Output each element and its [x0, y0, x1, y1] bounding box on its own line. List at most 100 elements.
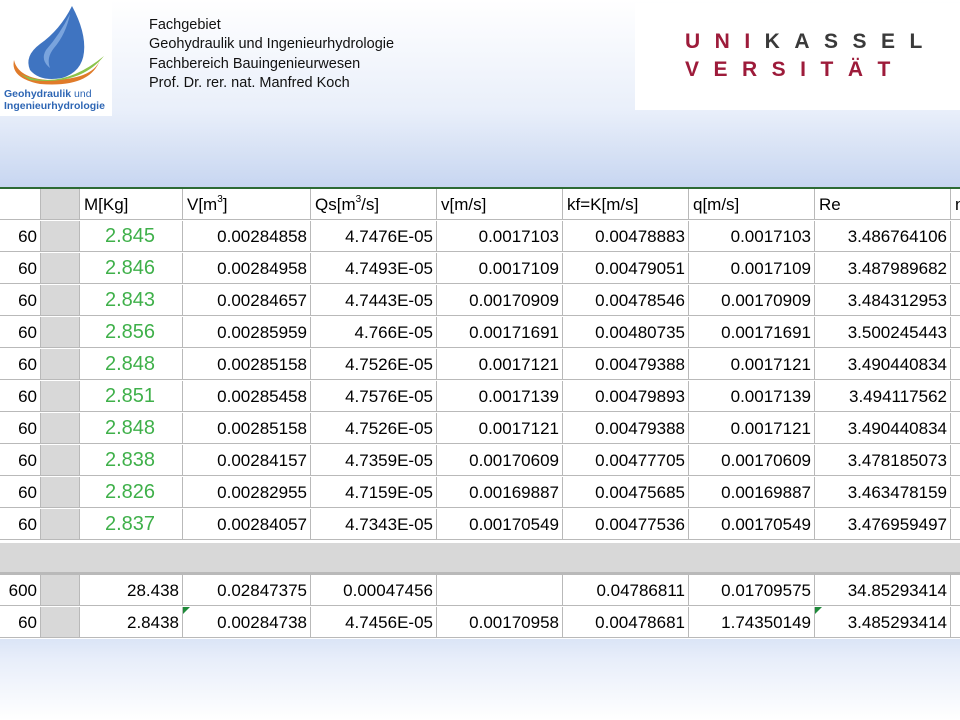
cell-time[interactable]: 60 [0, 221, 41, 252]
cell-blank[interactable] [41, 317, 80, 348]
cell-kf[interactable]: 0.00477705 [563, 445, 689, 476]
cell-discharge[interactable]: 4.766E-05 [311, 317, 437, 348]
header-discharge[interactable]: Qs[m3/s] [311, 189, 437, 220]
cell-discharge[interactable]: 4.7526E-05 [311, 413, 437, 444]
cell-blank[interactable] [41, 509, 80, 540]
header-n[interactable]: n [951, 189, 960, 220]
cell-discharge[interactable]: 0.00047456 [311, 575, 437, 606]
cell-blank[interactable] [41, 253, 80, 284]
cell-mass[interactable]: 2.845 [80, 221, 183, 252]
cell-discharge[interactable]: 4.7159E-05 [311, 477, 437, 508]
cell-q[interactable]: 1.74350149 [689, 607, 815, 638]
cell-blank[interactable] [41, 607, 80, 638]
cell-mass[interactable]: 2.848 [80, 413, 183, 444]
cell-n[interactable] [951, 317, 960, 348]
cell-q[interactable]: 0.0017121 [689, 349, 815, 380]
cell-velocity[interactable]: 0.0017103 [437, 221, 563, 252]
cell-volume[interactable]: 0.00285158 [183, 349, 311, 380]
header-q[interactable]: q[m/s] [689, 189, 815, 220]
cell-kf[interactable]: 0.00478681 [563, 607, 689, 638]
cell-discharge[interactable]: 4.7343E-05 [311, 509, 437, 540]
cell-n[interactable] [951, 445, 960, 476]
cell-q[interactable]: 0.0017139 [689, 381, 815, 412]
cell-volume[interactable]: 0.00284657 [183, 285, 311, 316]
cell-velocity[interactable]: 0.0017109 [437, 253, 563, 284]
cell-time[interactable]: 60 [0, 317, 41, 348]
header-velocity[interactable]: v[m/s] [437, 189, 563, 220]
cell-discharge[interactable]: 4.7456E-05 [311, 607, 437, 638]
cell-time[interactable]: 60 [0, 509, 41, 540]
cell-discharge[interactable]: 4.7526E-05 [311, 349, 437, 380]
cell-time[interactable]: 60 [0, 285, 41, 316]
cell-velocity[interactable]: 0.00170549 [437, 509, 563, 540]
cell-mass[interactable]: 2.851 [80, 381, 183, 412]
cell-time[interactable]: 60 [0, 253, 41, 284]
cell-kf[interactable]: 0.00479388 [563, 413, 689, 444]
header-re[interactable]: Re [815, 189, 951, 220]
cell-re[interactable]: 3.494117562 [815, 381, 951, 412]
cell-volume[interactable]: 0.00284738 [183, 607, 311, 638]
cell-q[interactable]: 0.00170549 [689, 509, 815, 540]
cell-blank[interactable] [41, 575, 80, 606]
cell-re[interactable]: 3.487989682 [815, 253, 951, 284]
cell-re[interactable]: 3.476959497 [815, 509, 951, 540]
cell-q[interactable]: 0.0017109 [689, 253, 815, 284]
cell-volume[interactable]: 0.00285959 [183, 317, 311, 348]
cell-re[interactable]: 3.463478159 [815, 477, 951, 508]
header-cell-b[interactable] [41, 189, 80, 220]
cell-kf[interactable]: 0.00478883 [563, 221, 689, 252]
cell-blank[interactable] [41, 445, 80, 476]
cell-q[interactable]: 0.00171691 [689, 317, 815, 348]
cell-time[interactable]: 600 [0, 575, 41, 606]
cell-volume[interactable]: 0.00285458 [183, 381, 311, 412]
cell-volume[interactable]: 0.00284157 [183, 445, 311, 476]
cell-velocity[interactable]: 0.0017139 [437, 381, 563, 412]
cell-kf[interactable]: 0.00480735 [563, 317, 689, 348]
cell-mass[interactable]: 28.438 [80, 575, 183, 606]
cell-discharge[interactable]: 4.7476E-05 [311, 221, 437, 252]
cell-n[interactable] [951, 381, 960, 412]
cell-velocity[interactable]: 0.00171691 [437, 317, 563, 348]
cell-mass[interactable]: 2.826 [80, 477, 183, 508]
cell-kf[interactable]: 0.00479388 [563, 349, 689, 380]
header-kf[interactable]: kf=K[m/s] [563, 189, 689, 220]
cell-velocity[interactable]: 0.00170609 [437, 445, 563, 476]
cell-kf[interactable]: 0.00478546 [563, 285, 689, 316]
cell-mass[interactable]: 2.8438 [80, 607, 183, 638]
cell-velocity[interactable]: 0.0017121 [437, 349, 563, 380]
cell-volume[interactable]: 0.00282955 [183, 477, 311, 508]
cell-velocity[interactable]: 0.0017121 [437, 413, 563, 444]
cell-volume[interactable]: 0.02847375 [183, 575, 311, 606]
cell-blank[interactable] [41, 381, 80, 412]
cell-n[interactable] [951, 477, 960, 508]
cell-discharge[interactable]: 4.7576E-05 [311, 381, 437, 412]
cell-discharge[interactable]: 4.7359E-05 [311, 445, 437, 476]
cell-re[interactable]: 3.490440834 [815, 413, 951, 444]
cell-q[interactable]: 0.00169887 [689, 477, 815, 508]
cell-re[interactable]: 3.500245443 [815, 317, 951, 348]
cell-kf[interactable]: 0.00479051 [563, 253, 689, 284]
cell-q[interactable]: 0.00170909 [689, 285, 815, 316]
cell-blank[interactable] [41, 221, 80, 252]
cell-volume[interactable]: 0.00284858 [183, 221, 311, 252]
cell-volume[interactable]: 0.00284958 [183, 253, 311, 284]
cell-time[interactable]: 60 [0, 607, 41, 638]
header-cell-a[interactable] [0, 189, 41, 220]
cell-re[interactable]: 3.484312953 [815, 285, 951, 316]
cell-q[interactable]: 0.0017103 [689, 221, 815, 252]
cell-velocity[interactable]: 0.00169887 [437, 477, 563, 508]
cell-n[interactable] [951, 349, 960, 380]
cell-q[interactable]: 0.01709575 [689, 575, 815, 606]
cell-blank[interactable] [41, 285, 80, 316]
cell-mass[interactable]: 2.838 [80, 445, 183, 476]
cell-n[interactable] [951, 509, 960, 540]
cell-n[interactable] [951, 253, 960, 284]
cell-time[interactable]: 60 [0, 381, 41, 412]
cell-kf[interactable]: 0.04786811 [563, 575, 689, 606]
cell-n[interactable] [951, 607, 960, 638]
cell-n[interactable] [951, 575, 960, 606]
header-mass[interactable]: M[Kg] [80, 189, 183, 220]
cell-n[interactable] [951, 285, 960, 316]
cell-kf[interactable]: 0.00479893 [563, 381, 689, 412]
cell-blank[interactable] [41, 413, 80, 444]
